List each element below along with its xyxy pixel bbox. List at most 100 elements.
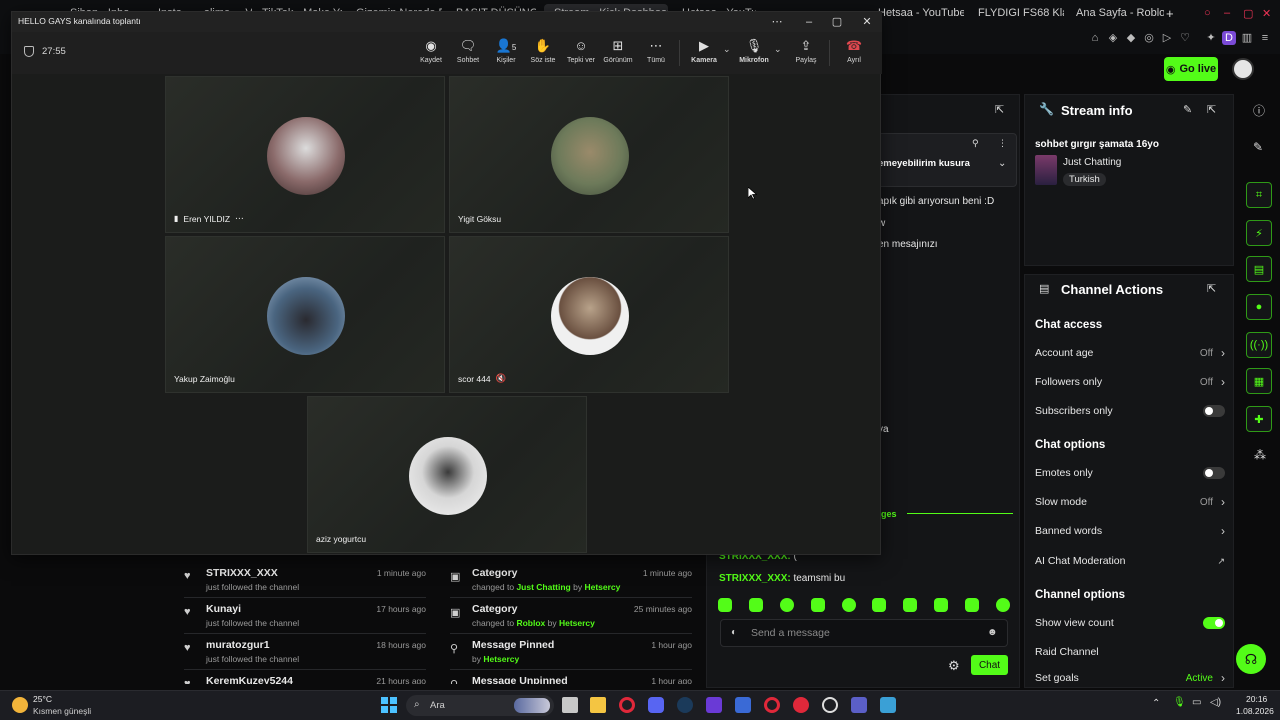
participant-tile[interactable]: Yigit Göksu: [449, 76, 729, 233]
screenshot-icon[interactable]: ⌗: [1246, 182, 1272, 208]
followers-only-row[interactable]: Followers only Off ›: [1035, 371, 1225, 393]
gear-icon[interactable]: ⚙: [948, 658, 960, 674]
app-icon[interactable]: [880, 697, 896, 713]
weather-temp[interactable]: 25°C: [33, 694, 52, 704]
set-goals-row[interactable]: Set goals Active ›: [1035, 669, 1225, 687]
maximize-icon[interactable]: ▢: [830, 15, 844, 29]
chat-send-button[interactable]: Chat: [971, 655, 1008, 675]
chevron-down-icon[interactable]: ⌄: [774, 44, 782, 55]
react-button[interactable]: ☺ Tepki ver: [563, 38, 599, 70]
chat-username[interactable]: STRIXXX_XXX: [719, 573, 787, 584]
notes-icon[interactable]: ▤: [1246, 256, 1272, 282]
browser-tab[interactable]: FLYDIGI FS68 Klav: [972, 4, 1064, 22]
chevron-down-icon[interactable]: ⌄: [998, 158, 1006, 169]
heart-icon[interactable]: ♡: [1178, 31, 1192, 45]
clock-date[interactable]: 1.08.2026: [1236, 706, 1274, 716]
chat-button[interactable]: 🗨 Sohbet: [450, 38, 486, 70]
chat-input[interactable]: ◐ Send a message ☻: [720, 619, 1008, 647]
wrench-icon[interactable]: ✚: [1246, 406, 1272, 432]
shield-ext-icon[interactable]: ◆: [1124, 31, 1138, 45]
clock-time[interactable]: 20:16: [1246, 694, 1267, 704]
menu-icon[interactable]: ≡: [1258, 31, 1272, 45]
taskbar-search[interactable]: ⌕ Ara: [406, 695, 554, 716]
participant-tile[interactable]: Yakup Zaimoğlu: [165, 236, 445, 393]
opera-gx-icon[interactable]: [764, 697, 780, 713]
add-widget-icon[interactable]: ⁂: [1254, 448, 1266, 462]
file-explorer-icon[interactable]: [590, 697, 606, 713]
new-tab-button[interactable]: +: [1166, 4, 1178, 22]
popout-icon[interactable]: ⇱: [995, 103, 1004, 116]
account-age-row[interactable]: Account age Off ›: [1035, 342, 1225, 364]
app-icon[interactable]: [822, 697, 838, 713]
banned-words-row[interactable]: Banned words ›: [1035, 520, 1225, 542]
pencil-icon[interactable]: ✎: [1253, 140, 1263, 154]
sidebar-icon[interactable]: ▥: [1240, 31, 1254, 45]
raid-channel-row[interactable]: Raid Channel: [1035, 641, 1225, 663]
app-icon[interactable]: [793, 697, 809, 713]
app-icon[interactable]: [735, 697, 751, 713]
participant-tile[interactable]: ▮ Eren YILDIZ ⋯: [165, 76, 445, 233]
more-options-icon[interactable]: ⋯: [235, 213, 244, 224]
emote-icon[interactable]: [748, 598, 763, 612]
windows-start-icon[interactable]: [381, 697, 397, 713]
discord-icon[interactable]: [648, 697, 664, 713]
volume-icon[interactable]: ◁): [1210, 697, 1221, 708]
more-options-icon[interactable]: ⋯: [770, 15, 784, 29]
edit-icon[interactable]: ✎: [1183, 103, 1192, 116]
info-icon[interactable]: ⓘ: [1253, 102, 1265, 119]
participant-tile[interactable]: aziz yogurtcu: [307, 396, 587, 553]
emote-icon[interactable]: [872, 598, 887, 612]
search-tabs-icon[interactable]: ○: [1204, 4, 1216, 22]
pinned-message[interactable]: ⚲ ⋮ emeyebilirim kusura ⌄: [873, 133, 1017, 187]
emote-icon[interactable]: [810, 598, 825, 612]
ai-chat-moderation-row[interactable]: AI Chat Moderation ↗: [1035, 550, 1225, 572]
popout-icon[interactable]: ⇱: [1207, 282, 1216, 295]
raise-hand-button[interactable]: ✋ Söz iste: [525, 38, 561, 70]
share-button[interactable]: ⇪ Paylaş: [788, 38, 824, 70]
broadcast-icon[interactable]: ((·)): [1246, 332, 1272, 358]
emote-icon[interactable]: [903, 598, 918, 612]
minimize-icon[interactable]: –: [802, 15, 816, 29]
more-button[interactable]: ⋯ Tümü: [638, 38, 674, 70]
leave-button[interactable]: ☎ Ayrıl: [836, 38, 872, 70]
browser-tab[interactable]: Ana Sayfa - Roblox: [1070, 4, 1164, 22]
profile-icon[interactable]: D: [1222, 31, 1236, 45]
close-icon[interactable]: ✕: [860, 15, 874, 29]
printer-icon[interactable]: ▦: [1246, 368, 1272, 394]
opera-icon[interactable]: [619, 697, 635, 713]
camera-button[interactable]: ▶︎ Kamera: [686, 38, 722, 70]
camera-ext-icon[interactable]: ◎: [1142, 31, 1156, 45]
more-options-icon[interactable]: ⋮: [998, 138, 1007, 149]
emote-icon[interactable]: [718, 598, 732, 612]
show-view-count-toggle[interactable]: [1203, 617, 1225, 629]
emote-icon[interactable]: [779, 598, 794, 612]
chat-bubble-icon[interactable]: ●: [1246, 294, 1272, 320]
emotes-only-toggle[interactable]: [1203, 467, 1225, 479]
subscribers-only-toggle[interactable]: [1203, 405, 1225, 417]
help-headset-icon[interactable]: ☊: [1236, 644, 1266, 674]
emote-icon[interactable]: [934, 598, 949, 612]
play-icon[interactable]: ▷: [1160, 31, 1174, 45]
bookmark-icon[interactable]: ⌂: [1088, 31, 1102, 45]
avatar[interactable]: [1232, 58, 1254, 80]
emote-icon[interactable]: [841, 598, 856, 612]
people-button[interactable]: 👤5 Kişiler: [488, 38, 524, 70]
slow-mode-row[interactable]: Slow mode Off ›: [1035, 491, 1225, 513]
network-icon[interactable]: ▭: [1192, 697, 1201, 708]
teams-icon[interactable]: [851, 697, 867, 713]
chevron-down-icon[interactable]: ⌄: [723, 44, 731, 55]
participant-tile[interactable]: scor 444 🔇: [449, 236, 729, 393]
browser-tab[interactable]: Hetsaa - YouTube: [872, 4, 964, 22]
go-live-button[interactable]: ◉ Go live: [1164, 57, 1218, 81]
chevron-up-icon[interactable]: ⌃: [1152, 698, 1160, 709]
microphone-button[interactable]: 🎙 Mikrofon: [736, 38, 772, 70]
record-button[interactable]: ◉ Kaydet: [413, 38, 449, 70]
weather-desc[interactable]: Kısmen güneşli: [33, 706, 91, 716]
close-icon[interactable]: ✕: [1262, 4, 1274, 22]
maximize-icon[interactable]: ▢: [1243, 4, 1255, 22]
steam-icon[interactable]: [677, 697, 693, 713]
app-icon[interactable]: [706, 697, 722, 713]
emote-icon[interactable]: [965, 598, 979, 612]
view-button[interactable]: ⊞ Görünüm: [600, 38, 636, 70]
minimize-icon[interactable]: –: [1224, 4, 1236, 22]
